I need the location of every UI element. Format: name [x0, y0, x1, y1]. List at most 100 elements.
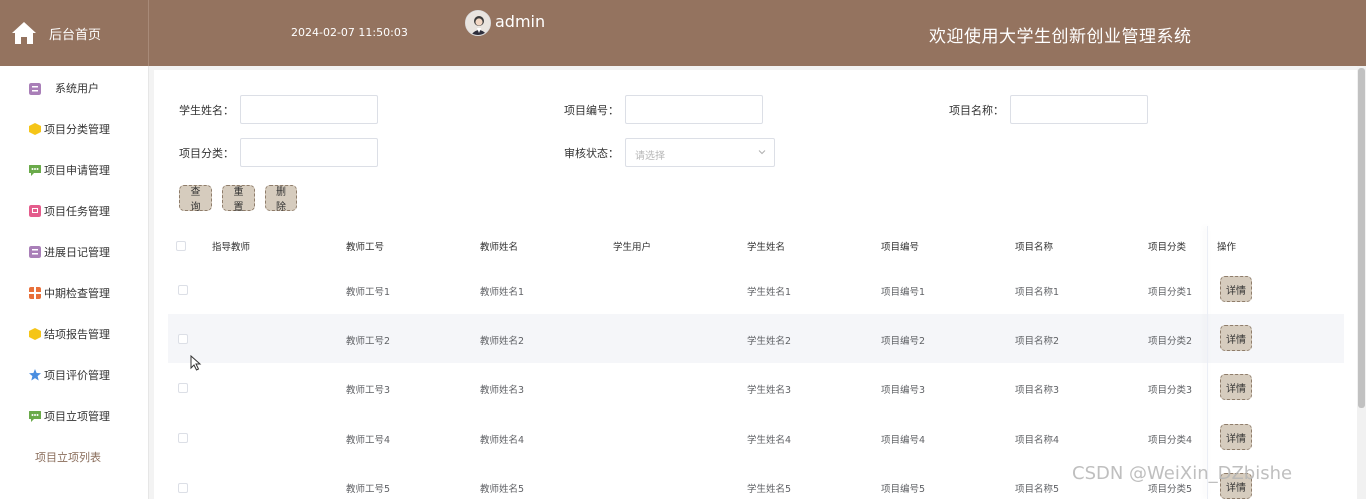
sidebar: 系统用户 项目分类管理 项目申请管理 项目任务管理 进展日记管理 中期检查管理 … [0, 66, 149, 499]
delete-button[interactable]: 删除 [265, 185, 297, 213]
col-header-project-name: 项目名称 [1015, 242, 1054, 253]
home-label: 后台首页 [49, 28, 102, 43]
watermark-text: CSDN @WeiXin_DZbishe [1072, 463, 1293, 484]
col-header-teacher-id: 教师工号 [346, 242, 385, 253]
row-checkbox[interactable] [178, 334, 188, 344]
sidebar-item-evaluation[interactable]: 项目评价管理 [0, 355, 149, 395]
project-no-input[interactable] [625, 95, 763, 124]
detail-button[interactable]: 详情 [1220, 325, 1252, 351]
sidebar-item-label: 中期检查管理 [44, 287, 110, 300]
sidebar-item-label: 项目评价管理 [44, 369, 110, 382]
avatar[interactable] [465, 10, 491, 36]
sidebar-item-approval[interactable]: 项目立项管理 [0, 396, 149, 436]
home-link[interactable]: 后台首页 [0, 0, 149, 66]
col-header-category: 项目分类 [1148, 242, 1187, 253]
detail-button[interactable]: 详情 [1220, 424, 1252, 450]
cell-project-no: 项目编号5 [881, 484, 926, 495]
reset-button[interactable]: 重置 [222, 185, 255, 213]
sidebar-item-label: 项目立项管理 [44, 410, 110, 423]
sidebar-item-application[interactable]: 项目申请管理 [0, 150, 149, 190]
cell-teacher-name: 教师姓名3 [480, 385, 525, 396]
current-datetime: 2024-02-07 11:50:03 [291, 26, 408, 39]
sidebar-item-task[interactable]: 项目任务管理 [0, 191, 149, 231]
cell-teacher-name: 教师姓名2 [480, 336, 525, 347]
cell-teacher-id: 教师工号3 [346, 385, 391, 396]
sidebar-item-label: 系统用户 [55, 82, 99, 95]
cell-project-no: 项目编号2 [881, 336, 926, 347]
chevron-down-icon [758, 150, 766, 155]
user-box-icon [29, 83, 41, 95]
cell-student-name: 学生姓名1 [747, 287, 792, 298]
cell-category: 项目分类1 [1148, 287, 1193, 298]
user-box-icon [29, 246, 41, 258]
system-title: 欢迎使用大学生创新创业管理系统 [929, 27, 1192, 47]
col-header-actions: 操作 [1217, 242, 1237, 253]
cell-teacher-id: 教师工号1 [346, 287, 391, 298]
sidebar-item-midterm[interactable]: 中期检查管理 [0, 273, 149, 313]
scrollbar-thumb[interactable] [1358, 68, 1365, 408]
status-label: 审核状态： [564, 147, 619, 160]
sidebar-item-label: 项目分类管理 [44, 123, 110, 136]
cell-category: 项目分类2 [1148, 336, 1193, 347]
category-input[interactable] [240, 138, 378, 167]
cell-project-no: 项目编号1 [881, 287, 926, 298]
cell-teacher-id: 教师工号5 [346, 484, 391, 495]
home-icon [12, 22, 36, 44]
cell-project-name: 项目名称4 [1015, 435, 1060, 446]
category-label: 项目分类： [179, 147, 234, 160]
cell-student-name: 学生姓名5 [747, 484, 792, 495]
cell-project-name: 项目名称1 [1015, 287, 1060, 298]
cell-project-no: 项目编号3 [881, 385, 926, 396]
user-name[interactable]: admin [495, 12, 545, 31]
status-select-placeholder: 请选择 [635, 151, 665, 162]
mouse-cursor-icon [190, 355, 202, 371]
select-all-checkbox[interactable] [176, 241, 186, 251]
cell-category: 项目分类4 [1148, 435, 1193, 446]
sidebar-item-system-users[interactable]: 系统用户 [0, 68, 149, 108]
cell-category: 项目分类3 [1148, 385, 1193, 396]
col-header-teacher-name: 教师姓名 [480, 242, 519, 253]
project-no-label: 项目编号： [564, 104, 619, 117]
cell-student-name: 学生姓名3 [747, 385, 792, 396]
row-checkbox[interactable] [178, 433, 188, 443]
cell-student-name: 学生姓名2 [747, 336, 792, 347]
project-name-label: 项目名称： [949, 104, 1004, 117]
task-icon [29, 205, 41, 217]
sidebar-item-final-report[interactable]: 结项报告管理 [0, 314, 149, 354]
star-icon [29, 369, 41, 381]
status-select[interactable]: 请选择 [625, 138, 775, 167]
chat-bubble-icon [29, 165, 41, 176]
sidebar-item-label: 结项报告管理 [44, 328, 110, 341]
chat-bubble-icon [29, 411, 41, 422]
student-name-input[interactable] [240, 95, 378, 124]
sidebar-subitem-approval-list[interactable]: 项目立项列表 [35, 449, 101, 465]
cube-icon [29, 328, 41, 340]
sidebar-item-progress-diary[interactable]: 进展日记管理 [0, 232, 149, 272]
student-name-label: 学生姓名： [179, 104, 234, 117]
avatar-icon [466, 11, 490, 35]
detail-button[interactable]: 详情 [1220, 276, 1252, 302]
top-header: 后台首页 2024-02-07 11:50:03 admin 欢迎使用大学生创新… [0, 0, 1366, 66]
detail-button[interactable]: 详情 [1220, 374, 1252, 400]
query-button[interactable]: 查询 [179, 185, 212, 213]
grid-icon [29, 287, 41, 299]
project-name-input[interactable] [1010, 95, 1148, 124]
cell-project-name: 项目名称3 [1015, 385, 1060, 396]
col-header-advisor: 指导教师 [212, 242, 251, 253]
col-header-project-no: 项目编号 [881, 242, 920, 253]
row-checkbox[interactable] [178, 285, 188, 295]
cell-student-name: 学生姓名4 [747, 435, 792, 446]
row-checkbox[interactable] [178, 383, 188, 393]
sidebar-item-label: 项目任务管理 [44, 205, 110, 218]
actions-column-divider [1207, 226, 1208, 499]
cell-teacher-name: 教师姓名5 [480, 484, 525, 495]
cube-icon [29, 123, 41, 135]
col-header-student-user: 学生用户 [613, 242, 652, 253]
cell-teacher-id: 教师工号2 [346, 336, 391, 347]
cell-teacher-id: 教师工号4 [346, 435, 391, 446]
cell-project-name: 项目名称5 [1015, 484, 1060, 495]
row-checkbox[interactable] [178, 483, 188, 493]
sidebar-item-category[interactable]: 项目分类管理 [0, 109, 149, 149]
cell-teacher-name: 教师姓名1 [480, 287, 525, 298]
cell-project-no: 项目编号4 [881, 435, 926, 446]
